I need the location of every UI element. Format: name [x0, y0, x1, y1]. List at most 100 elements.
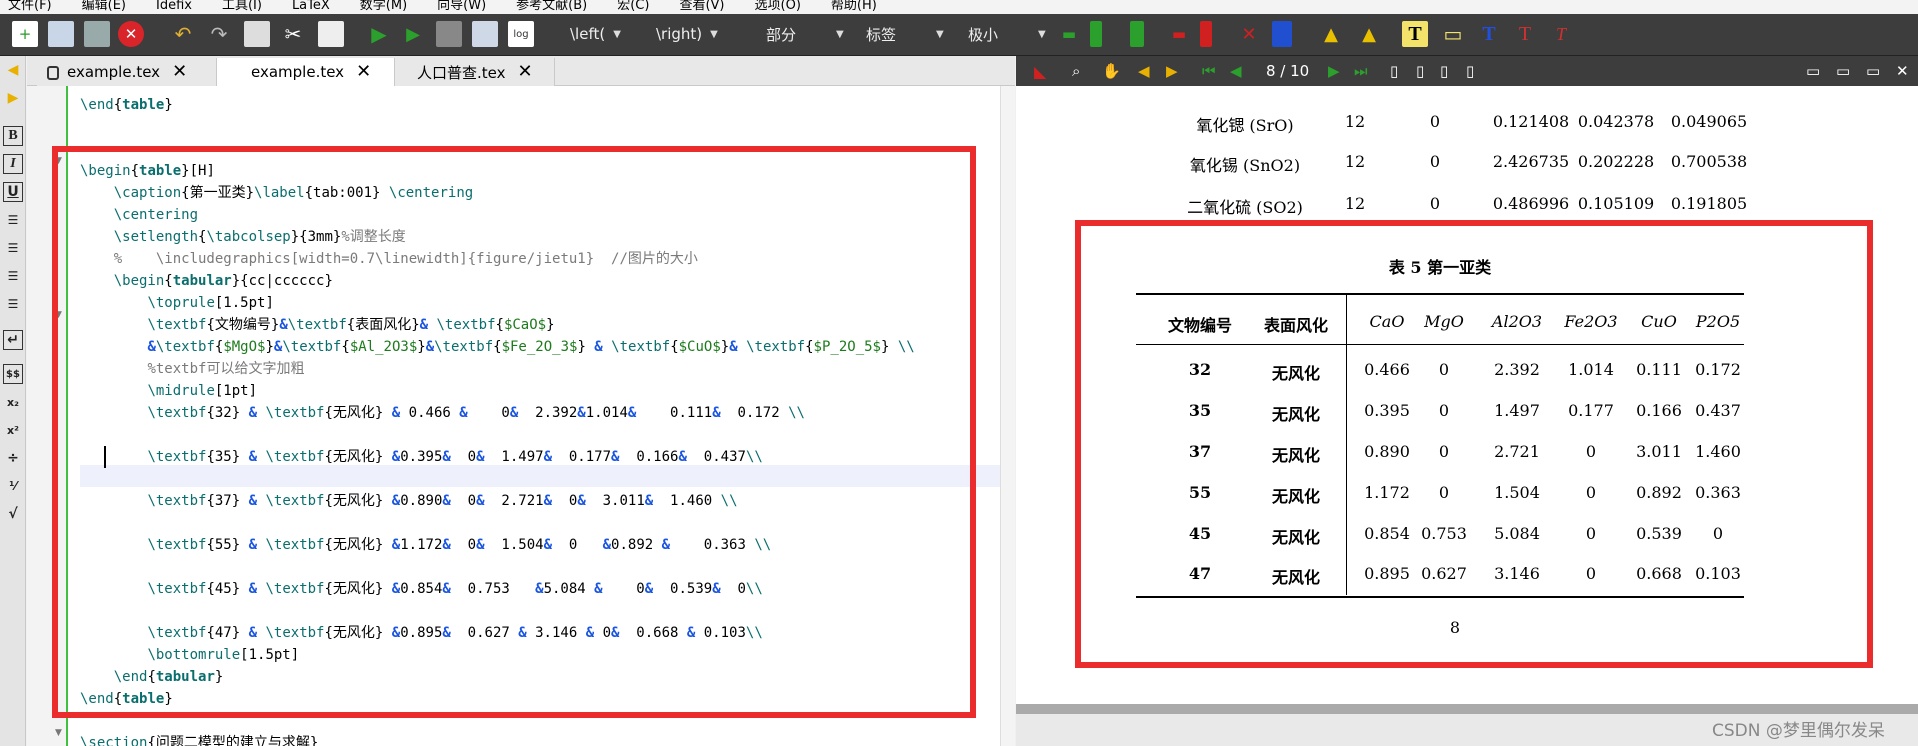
last-page-icon[interactable]: ⏭ [1354, 61, 1368, 81]
hand-icon[interactable]: ✋ [1102, 61, 1121, 81]
align-right-icon[interactable]: ☰ [3, 266, 23, 286]
menu-item[interactable]: Idefix [148, 0, 192, 12]
math-mode-icon[interactable]: $$ [3, 364, 23, 384]
fit-page-icon[interactable]: ▯ [1466, 61, 1474, 81]
blue-text-icon[interactable]: T [1476, 21, 1502, 47]
prev-row-cell: 0.191805 [1670, 194, 1748, 213]
divide-icon[interactable]: ÷ [3, 448, 23, 468]
bold-icon[interactable]: B [3, 126, 23, 146]
tab-example-locked[interactable]: example.tex ✕ [37, 58, 217, 86]
prev-row-cell: 0 [1429, 112, 1441, 131]
sqrt-icon[interactable]: √ [3, 504, 23, 524]
menu-item[interactable]: 帮助(H) [823, 0, 877, 12]
menu-item[interactable]: 文件(F) [0, 0, 52, 12]
page-indicator[interactable]: 8 / 10 [1266, 61, 1309, 81]
prev-row-name: 二氧化硫 (SO2) [1187, 198, 1303, 217]
text-tool-icon[interactable]: T [1402, 21, 1428, 47]
menu-item[interactable]: 数学(M) [352, 0, 407, 12]
triangle-up-icon[interactable]: ▲ [1318, 21, 1344, 47]
close-tab-icon[interactable]: ✕ [356, 63, 371, 81]
undo-icon[interactable]: ↶ [170, 21, 196, 47]
editor-tabs: example.tex ✕ example.tex ✕ 人口普查.tex ✕ [27, 56, 1015, 86]
compile-run-icon[interactable]: ▶ [366, 21, 392, 47]
continuous-icon[interactable]: ▯ [1416, 61, 1424, 81]
back-icon[interactable]: ◀ [1138, 61, 1150, 81]
green-line-icon[interactable]: ▬ [1056, 21, 1082, 47]
label-dropdown[interactable]: 标签 ▼ [866, 21, 944, 47]
editor-scrollbar[interactable] [1000, 86, 1015, 746]
prev-row-cell: 12 [1344, 112, 1366, 131]
log-icon[interactable]: log [508, 21, 534, 47]
italic-icon[interactable]: I [3, 154, 23, 174]
menu-item[interactable]: 宏(C) [609, 0, 649, 12]
red-line-icon[interactable]: ▬ [1166, 21, 1192, 47]
menu-item[interactable]: 参考文献(B) [508, 0, 587, 12]
right-delimiter-dropdown[interactable]: \right) ▼ [656, 21, 718, 47]
arrow-left-icon[interactable]: ◀ [3, 60, 23, 80]
copy-icon[interactable] [244, 21, 270, 47]
delete-cells-icon[interactable]: ✕ [1236, 21, 1262, 47]
close-document-icon[interactable]: ✕ [118, 21, 144, 47]
tab-example-active[interactable]: example.tex ✕ [217, 58, 395, 86]
comment-icon[interactable]: ▭ [1440, 21, 1466, 47]
part-dropdown[interactable]: 部分 ▼ [766, 21, 844, 47]
close-viewer-icon[interactable]: ✕ [1896, 61, 1909, 81]
tab-census[interactable]: 人口普查.tex ✕ [395, 58, 555, 86]
pdf-icon[interactable]: ◣ [1034, 61, 1046, 81]
menu-item[interactable]: 编辑(E) [74, 0, 126, 12]
redo-icon[interactable]: ↷ [206, 21, 232, 47]
superscript-icon[interactable]: x² [3, 420, 23, 440]
underline-icon[interactable]: U [3, 182, 23, 202]
size-dropdown[interactable]: 极小 ▼ [968, 21, 1046, 47]
align-center-icon[interactable]: ☰ [3, 238, 23, 258]
menu-item[interactable]: 向导(W) [429, 0, 486, 12]
main-toolbar: + ✕ ↶ ↷ ✂ ▶ ▶ log \left(▼ \right) ▼ 部分 ▼ 标… [0, 14, 1918, 56]
blue-grid-icon[interactable] [1272, 21, 1292, 47]
italic-text-icon[interactable]: T [1548, 21, 1574, 47]
tab-label: example.tex [251, 63, 345, 81]
next-page-icon[interactable]: ▶ [1328, 61, 1340, 81]
align-justify-icon[interactable]: ☰ [3, 294, 23, 314]
view-pdf-icon[interactable] [472, 21, 498, 47]
save-icon[interactable] [84, 21, 110, 47]
menu-item[interactable]: 查看(V) [671, 0, 724, 12]
prev-page-icon[interactable]: ◀ [1230, 61, 1242, 81]
prev-row-name: 氧化锡 (SnO2) [1189, 156, 1301, 175]
prev-row-cell: 0.042378 [1577, 112, 1655, 131]
single-page-icon[interactable]: ▯ [1390, 61, 1398, 81]
menu-item[interactable]: 工具(I) [214, 0, 262, 12]
first-page-icon[interactable]: ⏮ [1202, 61, 1216, 81]
red-text-icon[interactable]: T [1512, 21, 1538, 47]
newline-icon[interactable]: ↵ [3, 330, 23, 350]
forward-icon[interactable]: ▶ [1166, 61, 1178, 81]
fold-marker-icon[interactable]: ▼ [55, 728, 62, 738]
compile-icon[interactable]: ▶ [400, 21, 426, 47]
fraction-icon[interactable]: ⅟ [3, 476, 23, 496]
arrow-right-icon[interactable]: ▶ [3, 88, 23, 108]
new-file-icon[interactable]: + [12, 21, 38, 47]
dock-panel-icon[interactable]: ▭ [1866, 61, 1880, 81]
viewer-scroll-region[interactable] [1016, 704, 1918, 714]
menu-item[interactable]: 选项(O) [747, 0, 801, 12]
green-table-icon[interactable] [1130, 21, 1144, 47]
open-file-icon[interactable] [48, 21, 74, 47]
red-column-icon[interactable] [1200, 21, 1212, 47]
triangle-edit-icon[interactable]: ▲ [1356, 21, 1382, 47]
code-line: \end{table} [80, 97, 173, 113]
close-tab-icon[interactable]: ✕ [172, 63, 187, 81]
viewer-toolbar: ◣ ⌕ ✋ ◀ ▶ ⏮ ◀ 8 / 10 ▶ ⏭ ▯ ▯ ▯ ▯ ▭ ▭ ▭ ✕ [1016, 56, 1918, 86]
align-left-icon[interactable]: ☰ [3, 210, 23, 230]
minimize-panel-icon[interactable]: ▭ [1806, 61, 1820, 81]
subscript-icon[interactable]: x₂ [3, 392, 23, 412]
close-tab-icon[interactable]: ✕ [518, 63, 533, 81]
menu-item[interactable]: LaTeX [284, 0, 330, 12]
left-delimiter-dropdown[interactable]: \left(▼ [570, 21, 621, 47]
double-page-icon[interactable]: ▯ [1440, 61, 1448, 81]
magnifier-icon[interactable]: ⌕ [1072, 61, 1080, 81]
restore-panel-icon[interactable]: ▭ [1836, 61, 1850, 81]
paste-icon[interactable] [318, 21, 344, 47]
prev-row-cell: 12 [1344, 152, 1366, 171]
stop-icon[interactable] [436, 21, 462, 47]
green-column-icon[interactable] [1090, 21, 1102, 47]
cut-icon[interactable]: ✂ [280, 21, 306, 47]
